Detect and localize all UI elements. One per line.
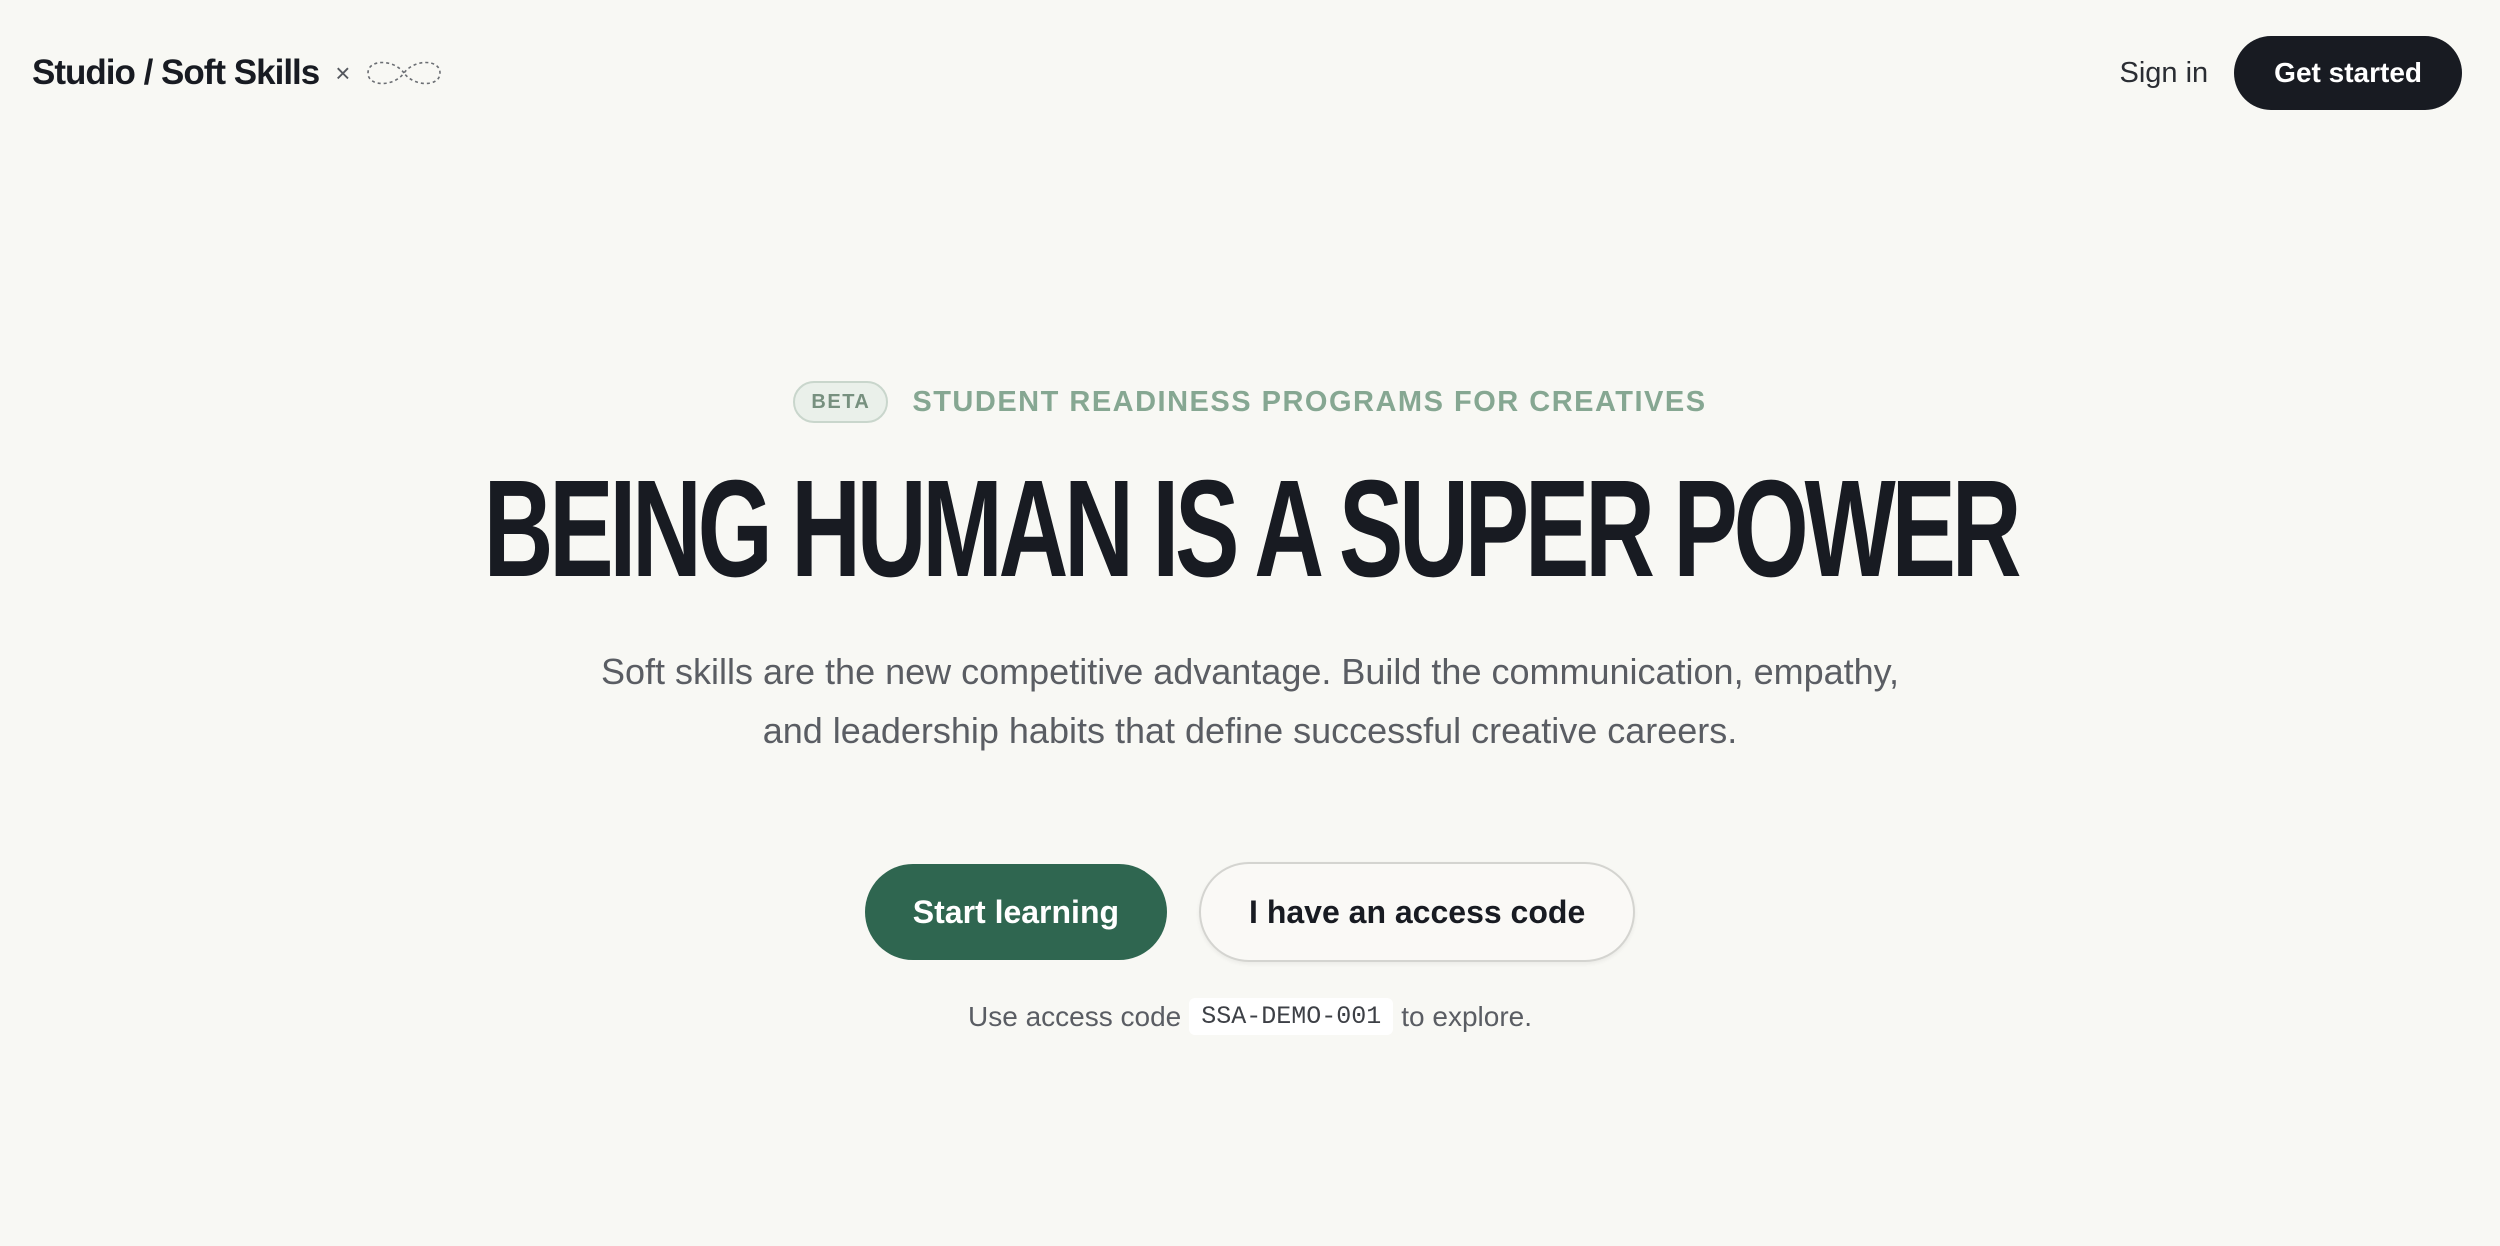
demo-access-code: SSA-DEMO-001 <box>1189 998 1394 1035</box>
hero-subtitle: Soft skills are the new competitive adva… <box>600 651 1899 751</box>
beta-badge: BETA <box>793 381 889 423</box>
brand[interactable]: Studio / Soft Skills × <box>32 53 444 93</box>
eyebrow: BETA STUDENT READINESS PROGRAMS FOR CREA… <box>793 380 1706 424</box>
sign-in-link[interactable]: Sign in <box>2120 57 2209 90</box>
start-learning-button[interactable]: Start learning <box>864 864 1168 960</box>
eyebrow-text: STUDENT READINESS PROGRAMS FOR CREATIVES <box>912 385 1707 418</box>
brand-name: Studio / Soft Skills <box>32 53 320 92</box>
infinity-icon <box>364 54 444 92</box>
get-started-button[interactable]: Get started <box>2234 36 2462 110</box>
site-header: Studio / Soft Skills × Sign in Get start… <box>32 36 2462 110</box>
header-nav: Sign in Get started <box>2120 36 2462 110</box>
hint-suffix: to explore. <box>1401 1000 1532 1032</box>
access-code-button[interactable]: I have an access code <box>1199 862 1636 962</box>
hero-headline: BEING HUMAN IS A SUPER POWER <box>483 452 2021 606</box>
cta-row: Start learning I have an access code <box>864 862 1636 962</box>
access-code-hint: Use access code SSA-DEMO-001 to explore. <box>968 998 1532 1035</box>
hint-prefix: Use access code <box>968 1000 1182 1032</box>
brand-separator: × <box>335 57 351 88</box>
hero-section: BETA STUDENT READINESS PROGRAMS FOR CREA… <box>0 380 2500 1035</box>
landing-page: Studio / Soft Skills × Sign in Get start… <box>0 0 2500 1246</box>
